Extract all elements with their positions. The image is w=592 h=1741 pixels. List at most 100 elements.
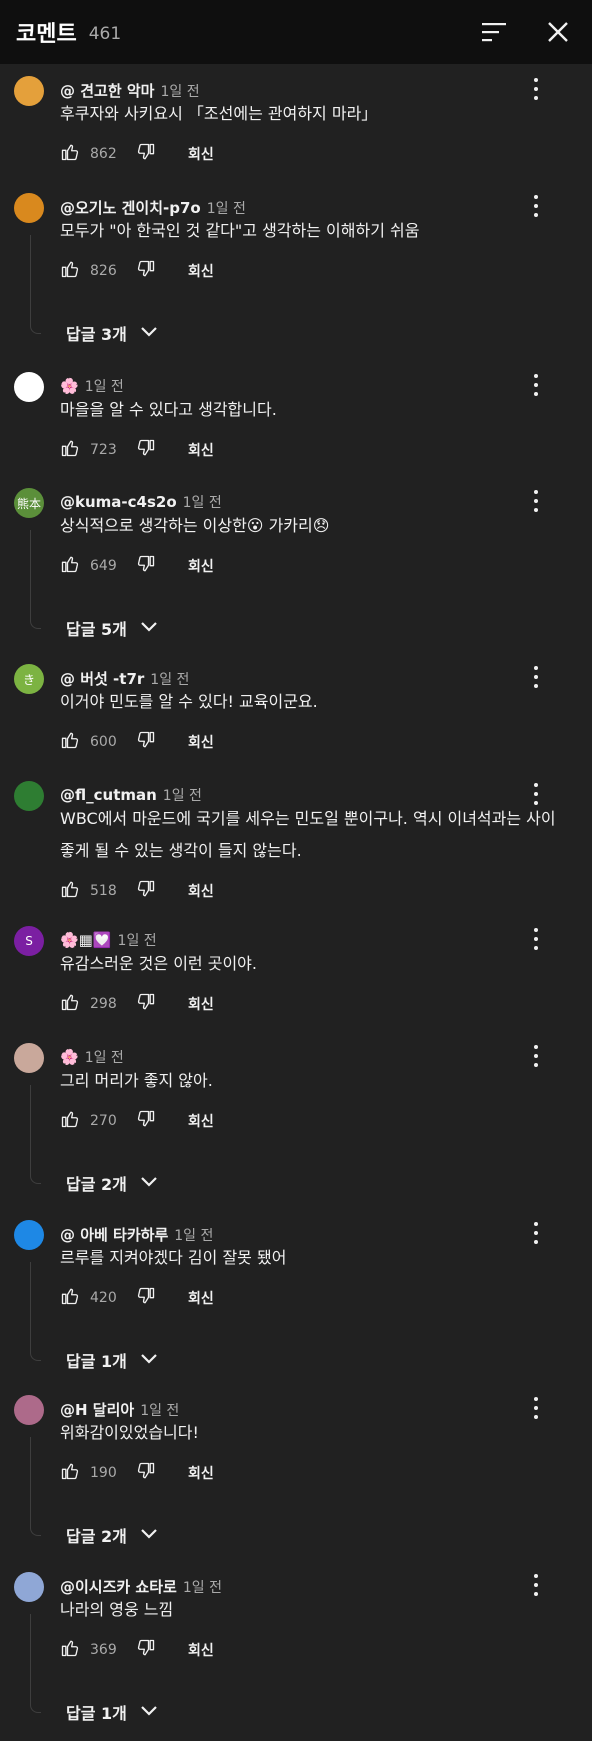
comment-actions: 826 회신: [58, 259, 214, 283]
comment-author[interactable]: 🌸: [60, 377, 79, 395]
like-button[interactable]: [58, 1286, 82, 1310]
close-button[interactable]: [542, 16, 574, 48]
comment-author[interactable]: @fl_cutman: [60, 786, 157, 804]
like-count: 369: [90, 1642, 117, 1658]
comment-author[interactable]: @kuma-c4s2o: [60, 493, 177, 511]
comment-text: 후쿠자와 사키요시 「조선에는 관여하지 마라」: [60, 104, 378, 123]
comment-meta: 🌸 1일 전: [60, 376, 124, 396]
more-options-icon: [534, 783, 538, 788]
comment-meta: 🌸 1일 전: [60, 1047, 124, 1067]
view-replies-button[interactable]: 답글 2개: [66, 1171, 159, 1195]
like-count: 298: [90, 996, 117, 1012]
reply-button[interactable]: 회신: [188, 1111, 214, 1131]
view-replies-button[interactable]: 답글 3개: [66, 321, 159, 345]
reply-button[interactable]: 회신: [188, 440, 214, 460]
thumbs-down-icon: [136, 1461, 156, 1485]
like-button[interactable]: [58, 554, 82, 578]
thumbs-up-icon: [60, 879, 80, 903]
more-options-icon: [534, 195, 538, 200]
comment-time[interactable]: 1일 전: [163, 788, 202, 804]
comment-time[interactable]: 1일 전: [118, 933, 157, 949]
like-button[interactable]: [58, 142, 82, 166]
more-options-icon: [534, 928, 538, 933]
more-options-icon: [534, 374, 538, 379]
view-replies-button[interactable]: 답글 5개: [66, 616, 159, 640]
avatar[interactable]: き: [14, 664, 44, 694]
avatar[interactable]: [14, 76, 44, 106]
comment-time[interactable]: 1일 전: [85, 1050, 124, 1066]
avatar[interactable]: [14, 1572, 44, 1602]
thumbs-up-icon: [60, 1638, 80, 1662]
comment-meta: 🌸▦💟 1일 전: [60, 930, 157, 950]
dislike-button[interactable]: [134, 992, 158, 1016]
thumbs-down-icon: [136, 879, 156, 903]
avatar[interactable]: [14, 781, 44, 811]
reply-button[interactable]: 회신: [188, 732, 214, 752]
comment-author[interactable]: 🌸: [60, 1048, 79, 1066]
replies-label: 답글 3개: [66, 325, 127, 344]
reply-button[interactable]: 회신: [188, 881, 214, 901]
thumbs-up-icon: [60, 1461, 80, 1485]
avatar[interactable]: [14, 372, 44, 402]
chevron-down-icon: [127, 1700, 159, 1724]
comment-actions: 649 회신: [58, 554, 214, 578]
like-button[interactable]: [58, 879, 82, 903]
like-button[interactable]: [58, 259, 82, 283]
like-count: 270: [90, 1113, 117, 1129]
avatar[interactable]: [14, 1220, 44, 1250]
comment-time[interactable]: 1일 전: [85, 379, 124, 395]
comment-text: 위화감이있었습니다!: [60, 1423, 199, 1442]
reply-button[interactable]: 회신: [188, 556, 214, 576]
chevron-down-icon: [127, 1348, 159, 1372]
reply-button[interactable]: 회신: [188, 144, 214, 164]
avatar[interactable]: 熊本: [14, 488, 44, 518]
dislike-button[interactable]: [134, 1638, 158, 1662]
close-icon: [548, 22, 568, 42]
comment-actions: 723 회신: [58, 438, 214, 462]
comment-time[interactable]: 1일 전: [183, 495, 222, 511]
avatar[interactable]: S: [14, 926, 44, 956]
reply-button[interactable]: 회신: [188, 1640, 214, 1660]
dislike-button[interactable]: [134, 1461, 158, 1485]
dislike-button[interactable]: [134, 259, 158, 283]
avatar[interactable]: [14, 1043, 44, 1073]
like-button[interactable]: [58, 438, 82, 462]
sort-button[interactable]: [478, 16, 510, 48]
like-button[interactable]: [58, 992, 82, 1016]
like-count: 826: [90, 263, 117, 279]
like-button[interactable]: [58, 1461, 82, 1485]
reply-button[interactable]: 회신: [188, 261, 214, 281]
reply-button[interactable]: 회신: [188, 1288, 214, 1308]
dislike-button[interactable]: [134, 554, 158, 578]
like-button[interactable]: [58, 1109, 82, 1133]
comment-meta: @fl_cutman 1일 전: [60, 785, 202, 805]
comment-text: 그리 머리가 좋지 않아.: [60, 1071, 213, 1090]
comment-actions: 862 회신: [58, 142, 214, 166]
reply-button[interactable]: 회신: [188, 1463, 214, 1483]
thumbs-up-icon: [60, 1286, 80, 1310]
dislike-button[interactable]: [134, 879, 158, 903]
thumbs-down-icon: [136, 1638, 156, 1662]
replies-label: 답글 1개: [66, 1352, 127, 1371]
reply-button[interactable]: 회신: [188, 994, 214, 1014]
like-button[interactable]: [58, 730, 82, 754]
dislike-button[interactable]: [134, 1109, 158, 1133]
avatar[interactable]: [14, 1395, 44, 1425]
dislike-button[interactable]: [134, 142, 158, 166]
dislike-button[interactable]: [134, 1286, 158, 1310]
like-button[interactable]: [58, 1638, 82, 1662]
view-replies-button[interactable]: 답글 2개: [66, 1523, 159, 1547]
comments-header: 코멘트 461: [0, 0, 592, 64]
comment-author[interactable]: 🌸▦💟: [60, 931, 112, 949]
comment-text: 이거야 민도를 알 수 있다! 교육이군요.: [60, 692, 318, 711]
like-count: 862: [90, 146, 117, 162]
dislike-button[interactable]: [134, 438, 158, 462]
dislike-button[interactable]: [134, 730, 158, 754]
view-replies-button[interactable]: 답글 1개: [66, 1700, 159, 1724]
thumbs-up-icon: [60, 992, 80, 1016]
thumbs-down-icon: [136, 438, 156, 462]
comment-text: WBC에서 마운드에 국기를 세우는 민도일 뿐이구나. 역시 이녀석과는 사이…: [60, 809, 556, 860]
view-replies-button[interactable]: 답글 1개: [66, 1348, 159, 1372]
avatar[interactable]: [14, 193, 44, 223]
comments-count: 461: [88, 24, 122, 44]
